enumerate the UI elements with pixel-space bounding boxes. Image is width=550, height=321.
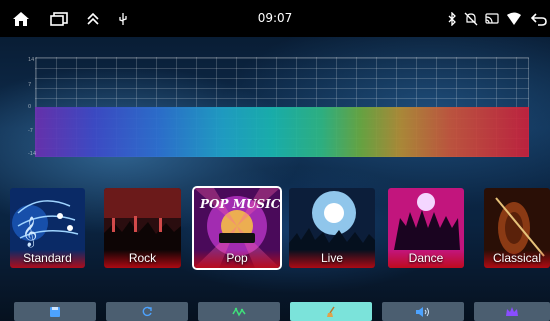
back-icon[interactable]: [530, 0, 548, 37]
home-icon[interactable]: [10, 0, 32, 37]
usb-icon: [116, 0, 130, 37]
expand-up-icon[interactable]: [84, 0, 102, 37]
svg-text:𝄞: 𝄞: [22, 216, 37, 248]
preset-label: Live: [320, 251, 343, 265]
preset-standard[interactable]: 𝄞 Standard: [10, 188, 85, 268]
preset-label: Dance: [408, 251, 444, 265]
notifications-muted-icon: [463, 0, 479, 37]
volume-button[interactable]: [382, 302, 464, 321]
premium-button[interactable]: [474, 302, 550, 321]
preset-rock[interactable]: Rock: [104, 188, 181, 268]
bottom-toolbar: [0, 302, 550, 321]
sound-field-button[interactable]: [290, 302, 372, 321]
preset-carousel: 𝄞 Standard Rock POP MUSIC Pop Live Dance…: [0, 186, 550, 270]
wifi-icon: [505, 0, 523, 37]
recent-apps-icon[interactable]: [48, 0, 70, 37]
preset-dance[interactable]: Dance: [388, 188, 464, 268]
cast-icon: [484, 0, 500, 37]
sound-settings-screen: 09:07 14 7 0 -7 -14 𝄞 Standard Rock POP …: [0, 0, 550, 321]
preset-classical[interactable]: Classical: [484, 188, 550, 268]
equalizer-button[interactable]: [198, 302, 280, 321]
eq-scale-label: 0: [28, 104, 32, 110]
preset-label: Standard: [23, 251, 72, 265]
preset-label: Rock: [128, 251, 157, 265]
crown-icon: [506, 306, 518, 316]
eq-scale-label: -14: [28, 151, 37, 157]
preset-live[interactable]: Live: [289, 188, 375, 268]
broom-icon: [327, 306, 335, 317]
equalizer-spectrum-bar: [35, 107, 529, 157]
save-icon: [50, 306, 60, 317]
eq-scale-label: 14: [28, 57, 35, 63]
clock: 09:07: [257, 11, 293, 25]
reset-icon: [142, 306, 152, 316]
eq-scale-label: -7: [28, 128, 33, 134]
eq-scale-label: 7: [28, 82, 32, 88]
bluetooth-icon: [445, 0, 459, 37]
preset-label: Pop: [226, 251, 248, 265]
equalizer-icon: [232, 306, 246, 317]
volume-icon: [416, 306, 429, 317]
status-bar: 09:07: [0, 0, 550, 37]
svg-text:POP MUSIC: POP MUSIC: [199, 197, 280, 211]
reset-button[interactable]: [106, 302, 188, 321]
equalizer-graph[interactable]: [35, 57, 529, 157]
preset-pop[interactable]: POP MUSIC Pop: [192, 186, 282, 270]
preset-label: Classical: [492, 251, 541, 265]
save-button[interactable]: [14, 302, 96, 321]
